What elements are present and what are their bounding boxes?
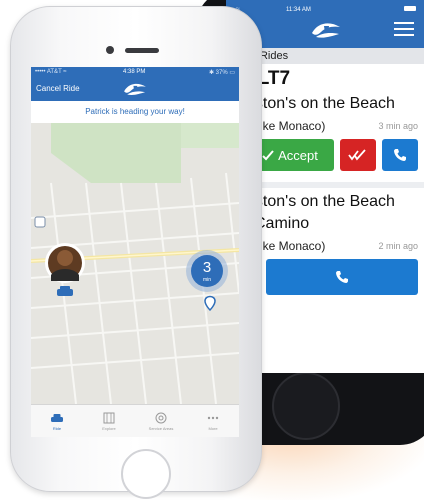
tab-bar: Ride Explore Service Areas More: [31, 404, 239, 437]
eta-unit: min: [203, 277, 211, 283]
decline-button[interactable]: [340, 139, 376, 171]
tab-ride[interactable]: Ride: [31, 405, 83, 437]
ride-map[interactable]: 3 min: [31, 123, 239, 404]
tab-explore[interactable]: Explore: [83, 405, 135, 437]
phone-icon: [394, 149, 406, 161]
ride2-time-ago: 2 min ago: [378, 241, 418, 251]
phone-icon: [336, 271, 348, 283]
tab-service-areas[interactable]: Service Areas: [135, 405, 187, 437]
ride2-call-button[interactable]: [266, 259, 418, 295]
check-icon: [262, 150, 274, 161]
driver-avatar[interactable]: [45, 243, 85, 283]
carrier-status: ••••• AT&T ≈: [35, 69, 67, 75]
speaker-grille: [125, 48, 159, 53]
battery-status: ✱ 37% ▭: [208, 70, 235, 76]
call-rider-button[interactable]: [382, 139, 418, 171]
cancel-ride-button[interactable]: Cancel Ride: [36, 84, 80, 93]
rider-app-screen: ••••• AT&T ≈ 4:38 PM ✱ 37% ▭ Cancel Ride…: [31, 67, 239, 437]
camera-icon: [106, 46, 114, 54]
rider-app-header: ••••• AT&T ≈ 4:38 PM ✱ 37% ▭ Cancel Ride: [31, 67, 239, 101]
ride2-location: oston's on the Beach: [246, 193, 395, 210]
app-logo-icon: [124, 83, 146, 95]
menu-icon[interactable]: [394, 22, 414, 38]
tab-more-label: More: [208, 426, 218, 431]
more-icon: [207, 416, 219, 420]
tab-explore-label: Explore: [102, 426, 116, 431]
ride-time-ago: 3 min ago: [378, 121, 418, 131]
front-home-button[interactable]: [121, 449, 171, 499]
ride-location: oston's on the Beach: [246, 95, 395, 112]
eta-value: 3: [203, 259, 211, 276]
double-check-icon: [348, 149, 366, 161]
app-logo-icon: [312, 23, 340, 38]
driver-status-banner: Patrick is heading your way!: [31, 101, 239, 123]
eta-bubble: 3 min: [186, 250, 228, 292]
map-icon: [103, 412, 115, 424]
back-home-button[interactable]: [272, 372, 340, 440]
car-icon: [51, 414, 63, 422]
tab-more[interactable]: More: [187, 405, 239, 437]
tab-service-areas-label: Service Areas: [148, 426, 174, 431]
battery-icon: [404, 6, 416, 11]
tab-ride-label: Ride: [52, 426, 62, 431]
accept-label: Accept: [278, 147, 318, 163]
area-icon: [155, 412, 167, 424]
status-time: 11:34 AM: [286, 7, 311, 13]
status-time: 4:38 PM: [123, 69, 146, 75]
